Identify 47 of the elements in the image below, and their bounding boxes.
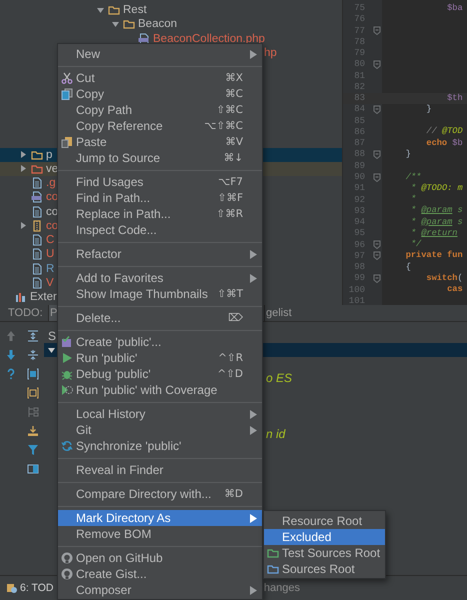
file-name: BeaconCollection.php <box>153 32 265 46</box>
code-line: * @TODO: m <box>410 182 463 194</box>
code-line: private fun <box>404 250 463 262</box>
file-name: Rest <box>123 3 147 18</box>
shortcut-text: ^⇧D <box>217 368 243 380</box>
scope-label: S <box>48 329 56 343</box>
shortcut-text: ⌦ <box>228 312 243 324</box>
code-line: switch( <box>425 272 463 284</box>
code-line: $th <box>446 92 463 104</box>
shortcut-text: ⌘↓ <box>224 152 243 164</box>
code-line: /** <box>404 172 422 182</box>
shortcut-text: ⌘D <box>224 488 243 500</box>
code-line: $ba <box>446 2 463 14</box>
code-line: echo $b <box>425 138 463 149</box>
code-line: } <box>425 104 432 115</box>
code-line: cas <box>446 284 463 296</box>
file-name: ve <box>46 162 58 176</box>
file-name: U <box>46 247 54 262</box>
file-name: .g <box>46 176 56 190</box>
code-line: */ <box>410 239 422 250</box>
shortcut-text: ⌥⇧⌘C <box>204 120 243 132</box>
todo-text: o ES <box>266 371 292 385</box>
file-name: R <box>46 262 54 276</box>
file-name: hp <box>264 46 277 60</box>
code-line: { <box>404 262 411 273</box>
shortcut-text: ⇧⌘F <box>218 192 243 204</box>
code-line: // @TOD <box>425 126 463 138</box>
file-name: Exter <box>30 290 57 304</box>
code-line: * @param s <box>410 216 463 228</box>
shortcut-text: ⇧⌘R <box>216 208 243 220</box>
shortcut-text: ⌥F7 <box>218 176 243 188</box>
panel-title: TODO: <box>7 306 43 321</box>
file-name: Beacon <box>138 17 178 32</box>
code-line: } <box>404 148 411 160</box>
file-name: V <box>46 276 54 290</box>
code-line: * @param s <box>410 205 463 216</box>
shortcut-text: ⌘V <box>225 136 243 148</box>
file-name: p <box>46 148 52 162</box>
shortcut-text: ⌘X <box>225 72 243 84</box>
shortcut-text: ⇧⌘T <box>217 288 243 300</box>
shortcut-text: ⌘C <box>225 88 243 100</box>
code-line: * @return <box>410 228 458 239</box>
shortcut-text: ^⇧R <box>218 352 243 364</box>
code-line: * <box>410 194 416 206</box>
shortcut-text: ⇧⌘C <box>216 104 243 116</box>
todo-text: n id <box>266 427 286 441</box>
file-name: C <box>46 233 54 248</box>
